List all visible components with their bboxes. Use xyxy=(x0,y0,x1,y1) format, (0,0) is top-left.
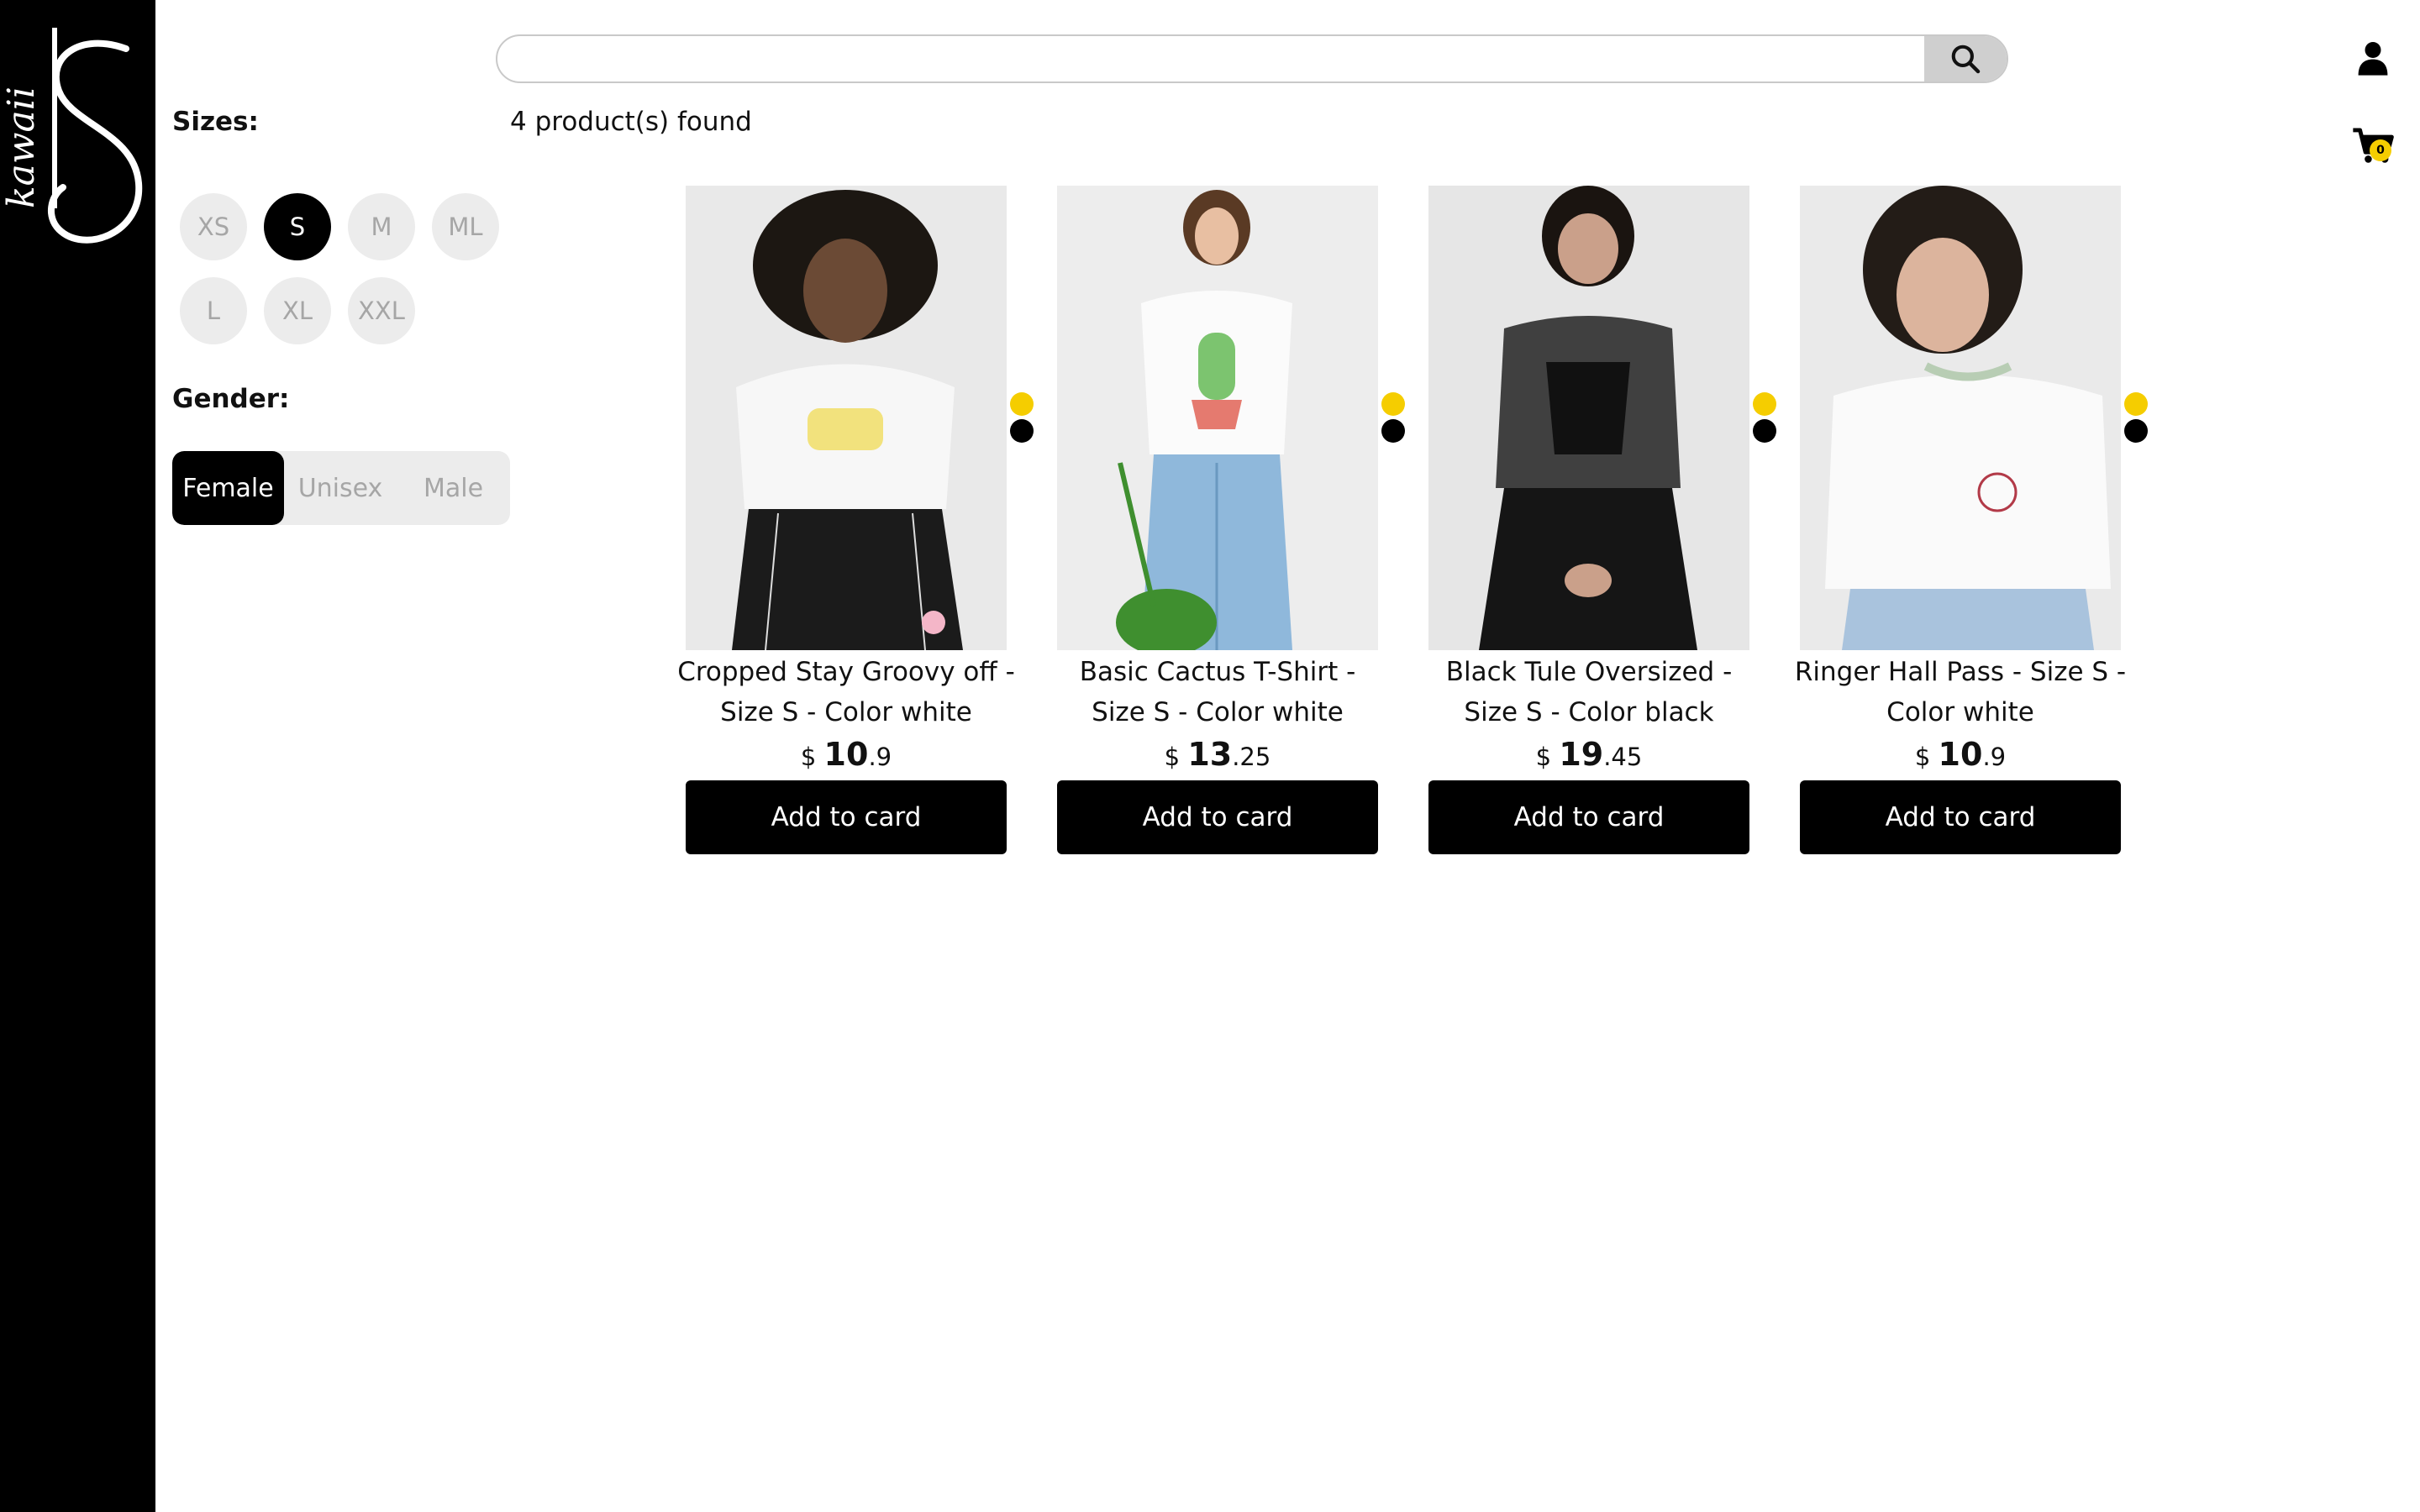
add-to-cart-button[interactable]: Add to card xyxy=(686,780,1007,854)
sizes-heading: Sizes: xyxy=(172,107,259,137)
price-integer: 19 xyxy=(1559,736,1604,773)
price-currency: $ xyxy=(1914,743,1931,771)
search-icon xyxy=(1951,45,1981,74)
price-decimal: .9 xyxy=(1982,743,2007,771)
product-title: Basic Cactus T-Shirt - Size S - Color wh… xyxy=(1079,657,1356,727)
product-title: Cropped Stay Groovy off - Size S - Color… xyxy=(677,657,1015,727)
gender-option-female[interactable]: Female xyxy=(172,451,284,525)
color-swatch-black[interactable] xyxy=(1010,419,1034,443)
gender-option-unisex[interactable]: Unisex xyxy=(284,451,397,525)
color-swatch-black[interactable] xyxy=(2124,419,2148,443)
gender-option-male[interactable]: Male xyxy=(397,451,510,525)
color-swatch-black[interactable] xyxy=(1381,419,1405,443)
price-currency: $ xyxy=(1535,743,1552,771)
gender-toggle: Female Unisex Male xyxy=(172,451,510,525)
size-chip-s[interactable]: S xyxy=(264,193,331,260)
size-chip-xs[interactable]: XS xyxy=(180,193,247,260)
product-image[interactable] xyxy=(686,186,1007,650)
product-image[interactable] xyxy=(1800,186,2121,650)
price-integer: 10 xyxy=(823,736,869,773)
color-swatch-yellow[interactable] xyxy=(1753,392,1776,416)
search-bar xyxy=(496,34,2008,83)
size-chip-ml[interactable]: ML xyxy=(432,193,499,260)
add-to-cart-button[interactable]: Add to card xyxy=(1800,780,2121,854)
brand-logo[interactable]: kawaii xyxy=(0,15,155,259)
user-icon[interactable] xyxy=(2357,40,2389,76)
price-integer: 10 xyxy=(1938,736,1983,773)
logo-wordmark: kawaii xyxy=(0,87,43,208)
sidebar: kawaii xyxy=(0,0,155,1512)
color-swatch-yellow[interactable] xyxy=(2124,392,2148,416)
product-price: $ 13.25 xyxy=(1057,736,1378,773)
price-integer: 13 xyxy=(1187,736,1233,773)
price-decimal: .45 xyxy=(1603,743,1643,771)
product-image[interactable] xyxy=(1428,186,1749,650)
price-currency: $ xyxy=(800,743,817,771)
product-price: $ 10.9 xyxy=(686,736,1007,773)
size-chip-l[interactable]: L xyxy=(180,277,247,344)
cart-count-badge: 0 xyxy=(2370,139,2391,161)
price-decimal: .9 xyxy=(868,743,892,771)
color-swatch-yellow[interactable] xyxy=(1010,392,1034,416)
color-swatch-black[interactable] xyxy=(1753,419,1776,443)
color-swatch-yellow[interactable] xyxy=(1381,392,1405,416)
size-chip-m[interactable]: M xyxy=(348,193,415,260)
search-input[interactable] xyxy=(497,36,1926,81)
price-currency: $ xyxy=(1164,743,1181,771)
product-title: Black Tule Oversized - Size S - Color bl… xyxy=(1445,657,1733,727)
product-price: $ 10.9 xyxy=(1800,736,2121,773)
size-chip-xl[interactable]: XL xyxy=(264,277,331,344)
search-button[interactable] xyxy=(1924,36,2007,81)
product-image[interactable] xyxy=(1057,186,1378,650)
add-to-cart-button[interactable]: Add to card xyxy=(1057,780,1378,854)
results-count: 4 product(s) found xyxy=(510,107,752,137)
gender-heading: Gender: xyxy=(172,384,290,414)
product-title: Ringer Hall Pass - Size S - Color white xyxy=(1794,657,2127,727)
add-to-cart-button[interactable]: Add to card xyxy=(1428,780,1749,854)
size-chip-xxl[interactable]: XXL xyxy=(348,277,415,344)
product-price: $ 19.45 xyxy=(1428,736,1749,773)
price-decimal: .25 xyxy=(1232,743,1271,771)
